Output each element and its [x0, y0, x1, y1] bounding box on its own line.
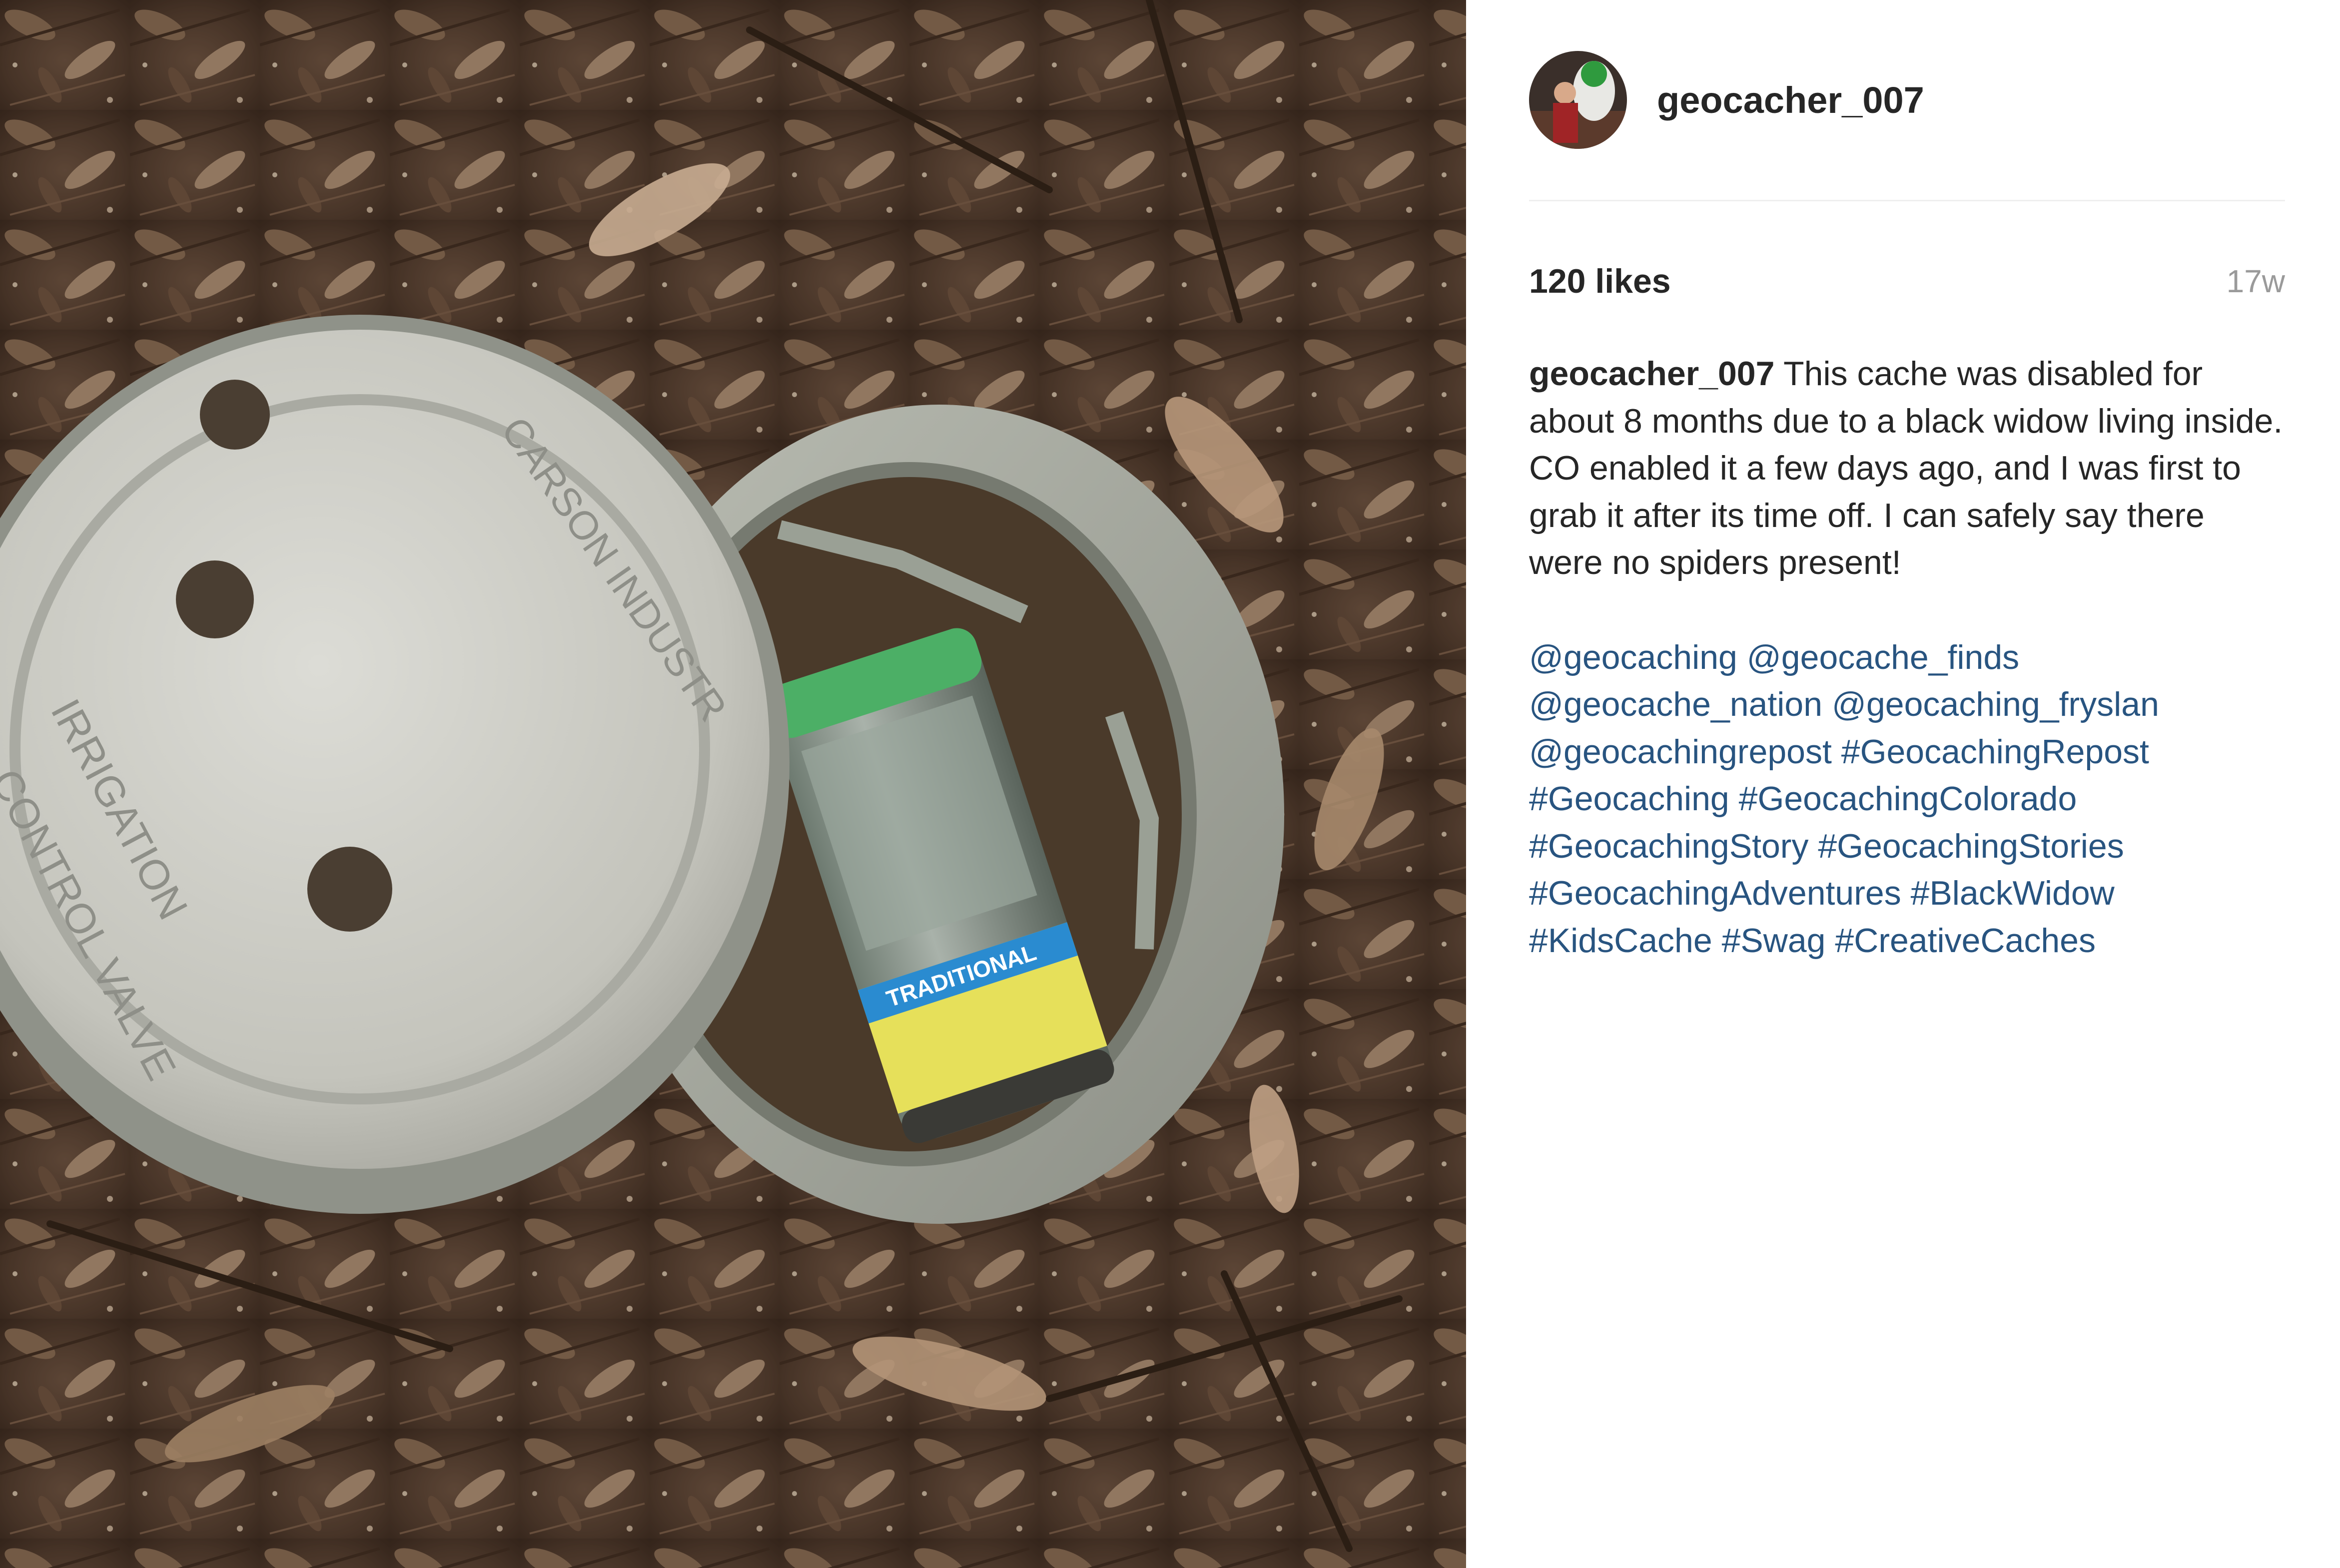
post-timestamp[interactable]: 17w [2227, 263, 2285, 300]
hashtag-link[interactable]: #GeocachingStory [1529, 827, 1808, 865]
post-photo[interactable]: TRADITIONAL CARSON INDUSTR IRRIGATION CO… [0, 0, 1466, 1568]
mention-link[interactable]: @geocache_finds [1747, 638, 2019, 676]
like-count[interactable]: 120 likes [1529, 262, 1671, 301]
hashtag-link[interactable]: #KidsCache [1529, 922, 1712, 960]
post-details-panel: geocacher_007 120 likes 17w geocacher_00… [1466, 0, 2340, 1568]
hashtag-link[interactable]: #CreativeCaches [1835, 922, 2096, 960]
hashtag-link[interactable]: #GeocachingStories [1818, 827, 2124, 865]
avatar[interactable] [1529, 51, 1627, 149]
hashtag-link[interactable]: #GeocachingColorado [1739, 780, 2077, 818]
post-caption: geocacher_007 This cache was disabled fo… [1529, 350, 2285, 586]
post-author-username[interactable]: geocacher_007 [1657, 79, 1924, 121]
caption-username[interactable]: geocacher_007 [1529, 355, 1774, 393]
post-header: geocacher_007 [1529, 0, 2285, 201]
hashtag-link[interactable]: #Geocaching [1529, 780, 1729, 818]
mention-link[interactable]: @geocaching [1529, 638, 1737, 676]
mention-link[interactable]: @geocachingrepost [1529, 733, 1832, 771]
hashtag-link[interactable]: #GeocachingAdventures [1529, 874, 1901, 912]
instagram-post: TRADITIONAL CARSON INDUSTR IRRIGATION CO… [0, 0, 2340, 1568]
hashtag-link[interactable]: #Swag [1722, 922, 1826, 960]
hashtag-list: @geocaching @geocache_finds @geocache_na… [1529, 634, 2285, 965]
hashtag-link[interactable]: #GeocachingRepost [1841, 733, 2149, 771]
mention-link[interactable]: @geocache_nation [1529, 685, 1822, 723]
hashtag-link[interactable]: #BlackWidow [1911, 874, 2115, 912]
post-details-content: geocacher_007 120 likes 17w geocacher_00… [1529, 0, 2285, 964]
post-meta: 120 likes 17w [1529, 257, 2285, 305]
mention-link[interactable]: @geocaching_fryslan [1832, 685, 2159, 723]
